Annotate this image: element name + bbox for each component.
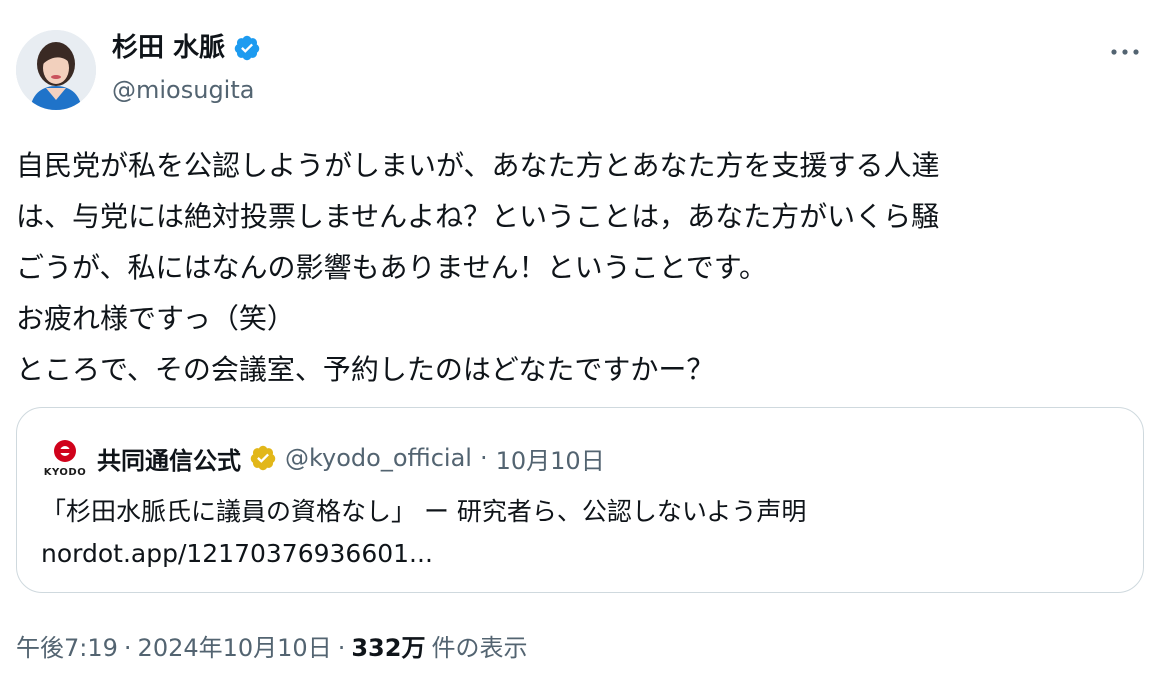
quote-author-name: 共同通信公式 (97, 446, 241, 475)
author-name[interactable]: 杉田 水脈 (112, 30, 225, 66)
author-name-row[interactable]: 杉田 水脈 (112, 30, 261, 66)
author-avatar[interactable] (16, 30, 96, 110)
quote-headline: 「杉田水脈氏に議員の資格なし」 ー 研究者ら、公認しないよう声明 (41, 497, 807, 526)
gold-verified-badge-icon (250, 445, 276, 471)
tweet-text-line: お疲れ様ですっ（笑） (16, 302, 295, 335)
more-options-icon[interactable] (1108, 40, 1142, 64)
view-count: 332万 (351, 634, 426, 662)
quote-separator: · (479, 444, 488, 472)
quote-author-handle: @kyodo_official (285, 444, 472, 472)
quote-date: 10月10日 (495, 446, 605, 475)
author-handle[interactable]: @miosugita (112, 74, 254, 106)
kyodo-logo-text: KYODO (43, 467, 87, 478)
meta-separator: · (123, 634, 132, 662)
tweet-text-line: 自民党が私を公認しようがしまいが、あなた方とあなた方を支援する人達 (16, 149, 940, 182)
tweet-text-line: ごうが、私にはなんの影響もありません！ということです。 (16, 251, 767, 284)
meta-separator: · (337, 634, 346, 662)
view-count-label: 件の表示 (431, 634, 528, 662)
quote-link[interactable]: nordot.app/12170376936601... (41, 534, 433, 574)
tweet-date[interactable]: 2024年10月10日 (138, 628, 332, 663)
verified-badge-icon (234, 35, 260, 61)
avatar-portrait-icon (16, 30, 96, 110)
kyodo-logo-icon: KYODO (41, 438, 89, 478)
tweet-text-line: は、与党には絶対投票しませんよね？ということは，あなた方がいくら騒 (16, 200, 940, 233)
tweet-time[interactable]: 午後7:19 (16, 628, 118, 663)
tweet-text-line: ところで、その会議室、予約したのはどなたですかー？ (16, 353, 715, 386)
quote-tweet-card[interactable]: KYODO 共同通信公式 @kyodo_official · 10月10日 「杉… (16, 407, 1144, 593)
quote-header: KYODO 共同通信公式 @kyodo_official · 10月10日 (41, 438, 605, 478)
tweet-text: 自民党が私を公認しようがしまいが、あなた方とあなた方を支援する人達 は、与党には… (16, 140, 1140, 395)
tweet-meta: 午後7:19 · 2024年10月10日 · 332万 件の表示 (16, 628, 527, 663)
